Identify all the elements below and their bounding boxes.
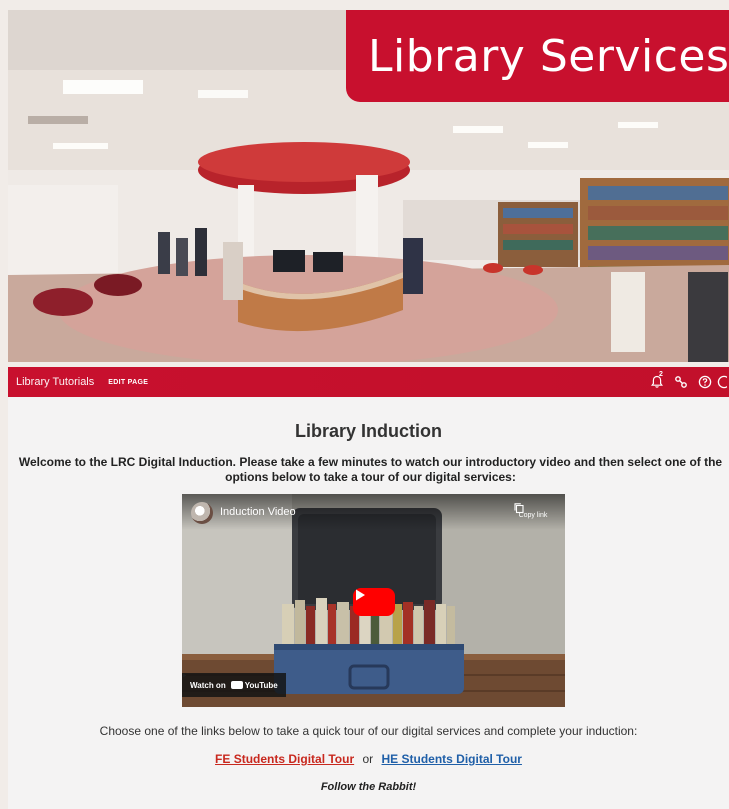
help-button[interactable] [693, 367, 717, 397]
hero-banner: Library Services [8, 10, 729, 362]
youtube-play-icon [183, 673, 243, 689]
play-button[interactable] [353, 588, 395, 616]
profile-icon [717, 375, 727, 389]
or-separator: or [362, 752, 374, 766]
hero-title: Library Services [368, 30, 729, 82]
course-title-link[interactable]: Library Tutorials [16, 376, 94, 388]
help-icon [698, 375, 712, 389]
copy-link-button[interactable]: Copy link [513, 502, 553, 521]
tour-links: FE Students Digital Tour or HE Students … [8, 752, 729, 766]
notification-badge: 2 [659, 371, 663, 378]
edit-page-button[interactable]: EDIT PAGE [108, 379, 148, 386]
youtube-video-player[interactable]: Induction Video Copy link Watch on YouTu… [182, 494, 565, 707]
choose-instructions: Choose one of the links below to take a … [99, 724, 638, 738]
fe-tour-link[interactable]: FE Students Digital Tour [215, 752, 354, 766]
watch-on-youtube-button[interactable]: Watch on YouTube [182, 673, 286, 697]
channel-avatar[interactable] [191, 502, 213, 524]
hero-title-box: Library Services [346, 10, 729, 102]
he-tour-link[interactable]: HE Students Digital Tour [382, 752, 522, 766]
follow-rabbit-text: Follow the Rabbit! [320, 781, 417, 793]
page-title: Library Induction [294, 421, 442, 441]
copy-icon [514, 503, 524, 514]
intro-paragraph: Welcome to the LRC Digital Induction. Pl… [18, 455, 723, 484]
watch-on-label: Watch on [190, 680, 226, 690]
notifications-button[interactable]: 2 [645, 367, 669, 397]
course-navbar: Library Tutorials EDIT PAGE 2 [8, 367, 729, 397]
link-icon [675, 376, 687, 388]
profile-button[interactable] [717, 367, 729, 397]
play-icon [356, 589, 365, 601]
links-button[interactable] [669, 367, 693, 397]
page-content: Library Induction Welcome to the LRC Dig… [8, 397, 729, 809]
video-title[interactable]: Induction Video [220, 506, 296, 518]
youtube-logo: YouTube [183, 673, 278, 690]
youtube-label: YouTube [244, 680, 278, 690]
navbar-icons: 2 [645, 367, 729, 397]
